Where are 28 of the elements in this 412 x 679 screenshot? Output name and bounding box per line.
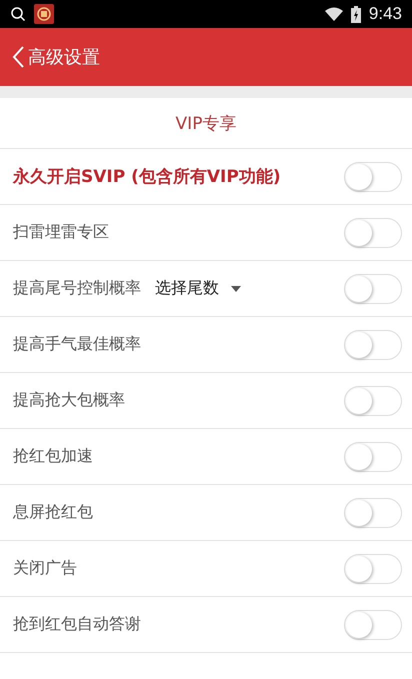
toggle-switch[interactable] bbox=[344, 274, 402, 304]
setting-label: 提高抢大包概率 bbox=[13, 390, 125, 411]
toggle-switch[interactable] bbox=[344, 610, 402, 640]
setting-label: 关闭广告 bbox=[13, 558, 77, 579]
setting-label: 抢到红包自动答谢 bbox=[13, 614, 141, 635]
search-icon bbox=[10, 6, 26, 22]
toggle-switch[interactable] bbox=[344, 498, 402, 528]
toggle-switch[interactable] bbox=[344, 386, 402, 416]
app-icon bbox=[34, 4, 54, 24]
clock-time: 9:43 bbox=[368, 4, 402, 24]
setting-label: 息屏抢红包 bbox=[13, 502, 93, 523]
setting-label: 抢红包加速 bbox=[13, 446, 93, 467]
section-title: VIP专享 bbox=[176, 112, 236, 134]
setting-label: 提高尾号控制概率 bbox=[13, 278, 141, 299]
toggle-switch[interactable] bbox=[344, 442, 402, 472]
dropdown-icon bbox=[231, 286, 241, 292]
toggle-switch[interactable] bbox=[344, 162, 402, 192]
battery-icon bbox=[350, 6, 361, 22]
toggle-switch[interactable] bbox=[344, 554, 402, 584]
page-title: 高级设置 bbox=[28, 46, 100, 69]
setting-label: 扫雷埋雷专区 bbox=[13, 222, 109, 243]
tail-number-dropdown[interactable]: 选择尾数 bbox=[155, 278, 241, 299]
wifi-icon bbox=[324, 7, 343, 21]
toggle-switch[interactable] bbox=[344, 218, 402, 248]
back-icon bbox=[12, 46, 24, 68]
setting-label: 永久开启SVIP (包含所有VIP功能) bbox=[13, 166, 281, 188]
toggle-switch[interactable] bbox=[344, 330, 402, 360]
setting-label: 提高手气最佳概率 bbox=[13, 334, 141, 355]
